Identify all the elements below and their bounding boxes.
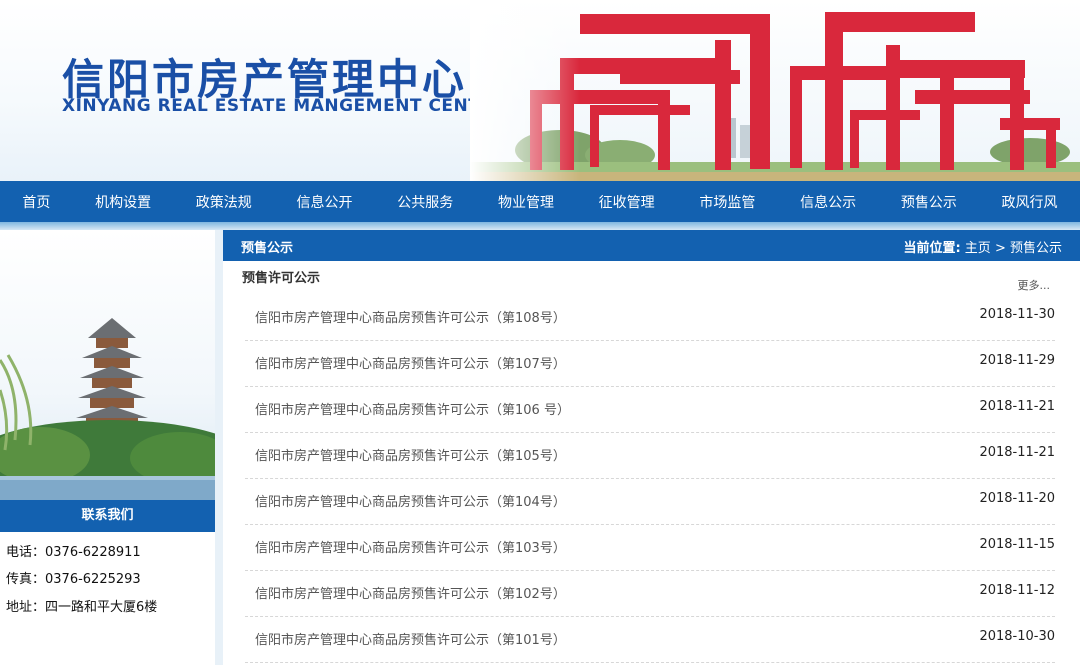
list-item: 信阳市房产管理中心商品房预售许可公示（第106 号） 2018-11-21 [245,387,1055,433]
more-link[interactable]: 更多... [1018,277,1051,293]
nav-item-policy[interactable]: 政策法规 [190,192,258,212]
nav-item-presale[interactable]: 预售公示 [895,192,963,212]
section-header: 预售公示 当前位置: 主页 > 预售公示 [223,230,1080,261]
list-item: 信阳市房产管理中心商品房预售许可公示（第108号） 2018-11-30 [245,295,1055,341]
list-heading: 预售许可公示 [242,271,321,286]
breadcrumb-current-link[interactable]: 预售公示 [1010,241,1062,256]
pagoda-image [0,230,215,500]
list-item-date: 2018-10-30 [979,629,1055,644]
nav-divider [0,222,1080,230]
nav-item-public-service[interactable]: 公共服务 [391,192,459,212]
contact-fax: 传真：0376-6225293 [6,572,141,587]
list-item: 信阳市房产管理中心商品房预售许可公示（第101号） 2018-10-30 [245,617,1055,663]
nav-item-home[interactable]: 首页 [16,192,56,212]
list-item-date: 2018-11-20 [979,491,1055,506]
list-item: 信阳市房产管理中心商品房预售许可公示（第105号） 2018-11-21 [245,433,1055,479]
list-item-date: 2018-11-29 [979,353,1055,368]
list-item-title[interactable]: 信阳市房产管理中心商品房预售许可公示（第103号） [255,537,566,556]
nav-item-info-open[interactable]: 信息公开 [291,192,359,212]
breadcrumb-home-link[interactable]: 主页 [965,241,991,256]
nav-item-info-notice[interactable]: 信息公示 [794,192,862,212]
list-item: 信阳市房产管理中心商品房预售许可公示（第103号） 2018-11-15 [245,525,1055,571]
list-item-title[interactable]: 信阳市房产管理中心商品房预售许可公示（第105号） [255,445,566,464]
list-item-title[interactable]: 信阳市房产管理中心商品房预售许可公示（第102号） [255,583,566,602]
list-item-title[interactable]: 信阳市房产管理中心商品房预售许可公示（第106 号） [255,399,570,418]
nav-item-organization[interactable]: 机构设置 [89,192,157,212]
header-banner: 信阳市房产管理中心 XINYANG REAL ESTATE MANGEMENT … [0,0,1080,181]
sidebar: 联系我们 电话：0376-6228911 传真：0376-6225293 地址：… [0,230,215,665]
list-item-date: 2018-11-21 [979,445,1055,460]
breadcrumb-separator: > [994,241,1006,256]
banner-sculpture-image [470,0,1080,181]
list-item: 信阳市房产管理中心商品房预售许可公示（第104号） 2018-11-20 [245,479,1055,525]
contact-address: 地址：四一路和平大厦6楼 [6,600,158,615]
list-item-title[interactable]: 信阳市房产管理中心商品房预售许可公示（第104号） [255,491,566,510]
breadcrumb: 当前位置: 主页 > 预售公示 [903,237,1062,256]
section-title: 预售公示 [241,241,294,256]
nav-item-expropriation[interactable]: 征收管理 [593,192,661,212]
list-item: 信阳市房产管理中心商品房预售许可公示（第102号） 2018-11-12 [245,571,1055,617]
list-item: 信阳市房产管理中心商品房预售许可公示（第107号） 2018-11-29 [245,341,1055,387]
list-item-title[interactable]: 信阳市房产管理中心商品房预售许可公示（第101号） [255,629,566,648]
main-content: 预售公示 当前位置: 主页 > 预售公示 预售许可公示 更多... 信阳市房产管… [223,230,1080,665]
list-item-date: 2018-11-15 [979,537,1055,552]
nav-item-conduct[interactable]: 政风行风 [996,192,1064,212]
main-nav: 首页 机构设置 政策法规 信息公开 公共服务 物业管理 征收管理 市场监管 信息… [0,181,1080,222]
list-item-title[interactable]: 信阳市房产管理中心商品房预售许可公示（第108号） [255,307,566,326]
nav-item-market[interactable]: 市场监管 [693,192,761,212]
list-item-date: 2018-11-12 [979,583,1055,598]
contact-title: 联系我们 [0,500,215,532]
contact-phone: 电话：0376-6228911 [6,545,141,560]
notice-list: 信阳市房产管理中心商品房预售许可公示（第108号） 2018-11-30 信阳市… [245,295,1055,663]
site-title-en: XINYANG REAL ESTATE MANGEMENT CENTER [62,96,507,116]
breadcrumb-prefix: 当前位置: [903,241,961,256]
list-item-title[interactable]: 信阳市房产管理中心商品房预售许可公示（第107号） [255,353,566,372]
nav-item-property[interactable]: 物业管理 [492,192,560,212]
list-item-date: 2018-11-21 [979,399,1055,414]
list-item-date: 2018-11-30 [979,307,1055,322]
